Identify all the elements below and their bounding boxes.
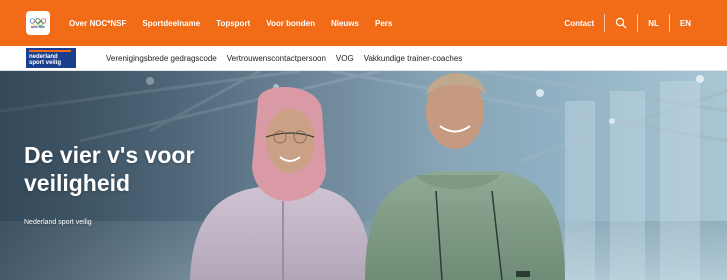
nav-right-group: Contact NL EN: [564, 0, 691, 46]
language-nl-link[interactable]: NL: [648, 19, 659, 28]
hero-banner: De vier v's voor veiligheid Nederland sp…: [0, 71, 727, 280]
secondary-navigation: nederland sport veilig Verenigingsbrede …: [0, 46, 727, 71]
nav-divider: [604, 14, 606, 32]
hero-title: De vier v's voor veiligheid: [24, 142, 195, 196]
nederland-sport-veilig-logo[interactable]: nederland sport veilig: [26, 48, 76, 68]
noc-nsf-logo[interactable]: NOC*NSF: [26, 11, 50, 35]
nav-item-nieuws[interactable]: Nieuws: [331, 19, 359, 28]
logo-text: NOC*NSF: [31, 24, 45, 29]
page: NOC*NSF Over NOC*NSF Sportdeelname Topsp…: [0, 0, 727, 280]
nav-item-pers[interactable]: Pers: [375, 19, 392, 28]
nav-divider: [637, 14, 639, 32]
logo-line-2: sport veilig: [29, 60, 62, 66]
subnav-item-gedragscode[interactable]: Verenigingsbrede gedragscode: [106, 54, 217, 63]
top-navigation: NOC*NSF Over NOC*NSF Sportdeelname Topsp…: [0, 0, 727, 46]
nav-item-sportdeelname[interactable]: Sportdeelname: [142, 19, 200, 28]
subnav-item-trainer-coaches[interactable]: Vakkundige trainer-coaches: [364, 54, 463, 63]
language-en-link[interactable]: EN: [680, 19, 691, 28]
nav-item-topsport[interactable]: Topsport: [216, 19, 250, 28]
logo-stripe: [29, 50, 71, 52]
hero-subtitle[interactable]: Nederland sport veilig: [24, 219, 92, 226]
contact-link[interactable]: Contact: [564, 19, 594, 28]
subnav-item-vertrouwenscontactpersoon[interactable]: Vertrouwenscontactpersoon: [227, 54, 326, 63]
nav-divider: [668, 14, 670, 32]
nav-item-over-noc-nsf[interactable]: Over NOC*NSF: [69, 19, 126, 28]
subnav-item-vog[interactable]: VOG: [336, 54, 354, 63]
nav-item-voor-bonden[interactable]: Voor bonden: [266, 19, 315, 28]
search-icon[interactable]: [615, 17, 627, 29]
